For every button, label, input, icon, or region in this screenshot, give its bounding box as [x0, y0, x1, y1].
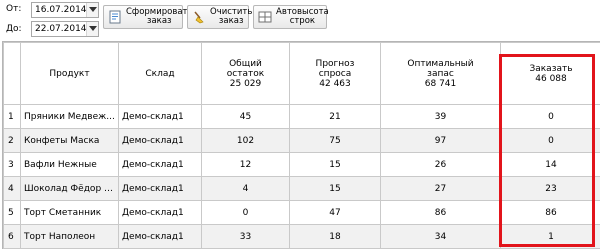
order-qty-cell[interactable]: 0: [500, 104, 600, 129]
optimal-stock-cell[interactable]: 97: [380, 128, 501, 153]
table-header-row: Продукт Склад Общий остаток 25 029 Прогн…: [3, 42, 600, 105]
optimal-stock-cell[interactable]: 34: [380, 224, 501, 249]
from-date-field[interactable]: 16.07.2014: [31, 2, 99, 18]
row-number-cell: 6: [3, 224, 21, 249]
chevron-down-icon[interactable]: [86, 3, 98, 17]
to-label: До:: [6, 24, 22, 34]
clear-order-button[interactable]: Очистить заказ: [187, 5, 252, 29]
column-header-product[interactable]: Продукт: [20, 42, 119, 105]
product-cell[interactable]: Пряники Медвеж...: [20, 104, 119, 129]
column-header-warehouse[interactable]: Склад: [118, 42, 202, 105]
row-number-cell: 2: [3, 128, 21, 153]
row-height-icon: [258, 10, 272, 24]
column-subtotal: 25 029: [229, 78, 262, 89]
total-stock-cell[interactable]: 33: [201, 224, 290, 249]
table-row[interactable]: 6 Торт Наполеон Демо-склад1 33 18 34 1: [3, 224, 600, 249]
product-cell[interactable]: Конфеты Маска: [20, 128, 119, 153]
from-label: От:: [6, 4, 22, 14]
row-number-cell: 1: [3, 104, 21, 129]
column-title: Общий остаток: [226, 58, 265, 79]
total-stock-cell[interactable]: 0: [201, 200, 290, 225]
column-header-order[interactable]: Заказать 46 088: [500, 42, 600, 105]
column-subtotal: 42 463: [319, 78, 351, 89]
optimal-stock-cell[interactable]: 39: [380, 104, 501, 129]
table-row[interactable]: 2 Конфеты Маска Демо-склад1 102 75 97 0: [3, 128, 600, 153]
column-title: Склад: [145, 68, 175, 79]
orders-table: Продукт Склад Общий остаток 25 029 Прогн…: [3, 42, 600, 249]
column-header-total-stock[interactable]: Общий остаток 25 029: [201, 42, 290, 105]
document-icon: [108, 10, 122, 24]
total-stock-cell[interactable]: 45: [201, 104, 290, 129]
order-qty-cell[interactable]: 86: [500, 200, 600, 225]
warehouse-cell[interactable]: Демо-склад1: [118, 224, 202, 249]
to-date-value: 22.07.2014: [35, 24, 87, 34]
row-number-cell: 4: [3, 176, 21, 201]
column-header-row-number[interactable]: [3, 42, 21, 105]
warehouse-cell[interactable]: Демо-склад1: [118, 200, 202, 225]
optimal-stock-cell[interactable]: 27: [380, 176, 501, 201]
table-row[interactable]: 5 Торт Сметанник Демо-склад1 0 47 86 86: [3, 200, 600, 225]
column-title: Оптимальный запас: [407, 58, 474, 79]
total-stock-cell[interactable]: 12: [201, 152, 290, 177]
column-title: Заказать: [529, 63, 573, 74]
row-number-cell: 3: [3, 152, 21, 177]
orders-grid: Продукт Склад Общий остаток 25 029 Прогн…: [2, 41, 600, 249]
toolbar: От: 16.07.2014 До: 22.07.2014 Сформирова…: [0, 0, 600, 40]
column-header-optimal-stock[interactable]: Оптимальный запас 68 741: [380, 42, 501, 105]
demand-forecast-cell[interactable]: 15: [289, 176, 381, 201]
total-stock-cell[interactable]: 102: [201, 128, 290, 153]
order-qty-cell[interactable]: 23: [500, 176, 600, 201]
demand-forecast-cell[interactable]: 47: [289, 200, 381, 225]
product-cell[interactable]: Шоколад Фёдор Д...: [20, 176, 119, 201]
warehouse-cell[interactable]: Демо-склад1: [118, 128, 202, 153]
clear-order-label: Очистить заказ: [210, 7, 253, 26]
warehouse-cell[interactable]: Демо-склад1: [118, 176, 202, 201]
column-header-demand-forecast[interactable]: Прогноз спроса 42 463: [289, 42, 381, 105]
autoheight-label: Автовысота строк: [276, 7, 329, 26]
column-title: Прогноз спроса: [315, 58, 355, 79]
product-cell[interactable]: Вафли Нежные: [20, 152, 119, 177]
broom-icon: [192, 10, 206, 24]
product-cell[interactable]: Торт Наполеон: [20, 224, 119, 249]
to-date-field[interactable]: 22.07.2014: [31, 21, 99, 37]
optimal-stock-cell[interactable]: 26: [380, 152, 501, 177]
from-date-value: 16.07.2014: [35, 5, 87, 15]
demand-forecast-cell[interactable]: 21: [289, 104, 381, 129]
optimal-stock-cell[interactable]: 86: [380, 200, 501, 225]
order-qty-cell[interactable]: 1: [500, 224, 600, 249]
chevron-down-icon[interactable]: [86, 22, 98, 36]
column-title: Продукт: [49, 68, 90, 79]
column-subtotal: 68 741: [424, 78, 457, 89]
row-number-cell: 5: [3, 200, 21, 225]
generate-order-button[interactable]: Сформировать заказ: [103, 5, 193, 29]
product-cell[interactable]: Торт Сметанник: [20, 200, 119, 225]
table-row[interactable]: 3 Вафли Нежные Демо-склад1 12 15 26 14: [3, 152, 600, 177]
demand-forecast-cell[interactable]: 75: [289, 128, 381, 153]
column-subtotal: 46 088: [535, 73, 567, 84]
generate-order-label: Сформировать заказ: [126, 7, 193, 26]
demand-forecast-cell[interactable]: 18: [289, 224, 381, 249]
warehouse-cell[interactable]: Демо-склад1: [118, 104, 202, 129]
demand-forecast-cell[interactable]: 15: [289, 152, 381, 177]
order-qty-cell[interactable]: 0: [500, 128, 600, 153]
table-row[interactable]: 4 Шоколад Фёдор Д... Демо-склад1 4 15 27…: [3, 176, 600, 201]
autoheight-button[interactable]: Автовысота строк: [253, 5, 329, 29]
order-qty-cell[interactable]: 14: [500, 152, 600, 177]
warehouse-cell[interactable]: Демо-склад1: [118, 152, 202, 177]
table-row[interactable]: 1 Пряники Медвеж... Демо-склад1 45 21 39…: [3, 104, 600, 129]
total-stock-cell[interactable]: 4: [201, 176, 290, 201]
